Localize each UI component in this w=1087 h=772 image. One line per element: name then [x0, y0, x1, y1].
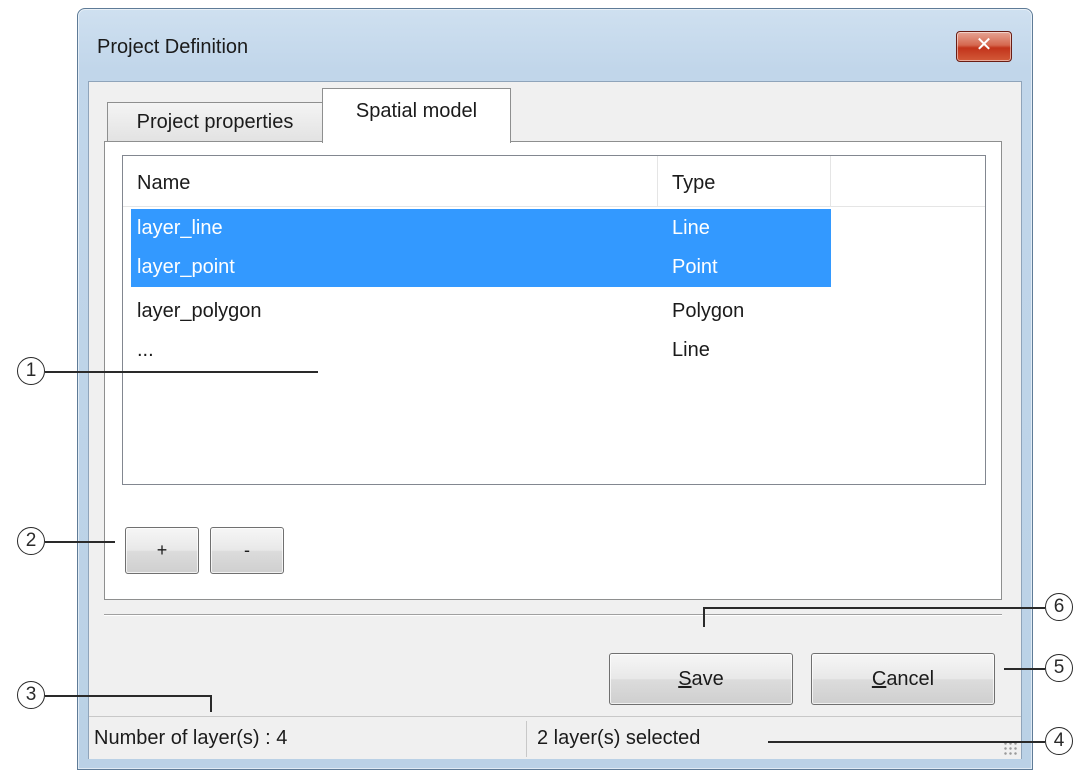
- layer-row[interactable]: layer_polygon Polygon: [131, 292, 831, 331]
- close-icon: ✕: [975, 34, 993, 56]
- callout-4-leader: [768, 741, 1045, 743]
- layer-row[interactable]: layer_line Line: [131, 209, 831, 248]
- remove-label: -: [244, 540, 250, 560]
- callout-3-leader: [45, 695, 211, 697]
- layer-list-header: Name Type: [123, 156, 985, 207]
- layer-name: ...: [137, 339, 154, 361]
- callout-6-leader: [703, 607, 1045, 609]
- tab-spatial-model[interactable]: Spatial model: [322, 88, 511, 143]
- layer-type: Line: [672, 339, 710, 361]
- layer-list[interactable]: Name Type layer_line Line layer_point Po…: [122, 155, 986, 485]
- save-label: ave: [691, 668, 724, 690]
- column-header-type[interactable]: Type: [658, 156, 831, 206]
- window-title: Project Definition: [97, 36, 249, 58]
- layer-type: Line: [672, 217, 710, 239]
- layer-name: layer_polygon: [137, 300, 262, 322]
- save-button[interactable]: Save: [609, 653, 793, 705]
- save-mnemonic: S: [678, 668, 692, 690]
- add-layer-button[interactable]: +: [125, 527, 199, 574]
- tab-project-properties[interactable]: Project properties: [107, 102, 323, 142]
- tab-label: Spatial model: [355, 100, 478, 122]
- cancel-button[interactable]: Cancel: [811, 653, 995, 705]
- cancel-label: ancel: [886, 668, 935, 690]
- callout-6: 6: [1045, 593, 1073, 621]
- project-definition-window: Project Definition ✕ Project properties …: [77, 8, 1033, 770]
- status-bar: Number of layer(s) : 4 2 layer(s) select…: [89, 716, 1021, 759]
- layer-row[interactable]: layer_point Point: [131, 248, 831, 287]
- callout-6-leader-drop: [703, 607, 705, 627]
- title-bar[interactable]: Project Definition ✕: [78, 9, 1032, 79]
- stage: Project Definition ✕ Project properties …: [0, 0, 1087, 772]
- layer-name: layer_line: [137, 217, 223, 239]
- close-button[interactable]: ✕: [956, 31, 1012, 62]
- layer-type: Point: [672, 256, 718, 278]
- callout-5: 5: [1045, 654, 1073, 682]
- callout-2-leader: [45, 541, 115, 543]
- remove-layer-button[interactable]: -: [210, 527, 284, 574]
- callout-3: 3: [17, 681, 45, 709]
- selection-status: 2 layer(s) selected: [537, 727, 701, 749]
- callout-2: 2: [17, 527, 45, 555]
- cancel-mnemonic: C: [871, 668, 887, 690]
- add-label: +: [156, 540, 168, 560]
- tab-label: Project properties: [136, 111, 294, 133]
- callout-1: 1: [17, 357, 45, 385]
- column-header-empty[interactable]: [831, 156, 985, 206]
- column-header-name[interactable]: Name: [123, 156, 658, 206]
- separator: [104, 614, 1002, 616]
- resize-grip-icon[interactable]: [1003, 741, 1017, 755]
- layer-type: Polygon: [672, 300, 745, 322]
- dialog-client-area: Project properties Spatial model Name Ty…: [88, 81, 1022, 759]
- status-divider: [526, 721, 527, 757]
- callout-5-leader: [1004, 668, 1045, 670]
- callout-3-leader-drop: [210, 695, 212, 712]
- callout-1-leader: [45, 371, 318, 373]
- layer-row[interactable]: ... Line: [131, 331, 831, 370]
- layer-name: layer_point: [137, 256, 235, 278]
- callout-4: 4: [1045, 727, 1073, 755]
- layer-count-status: Number of layer(s) : 4: [94, 727, 288, 749]
